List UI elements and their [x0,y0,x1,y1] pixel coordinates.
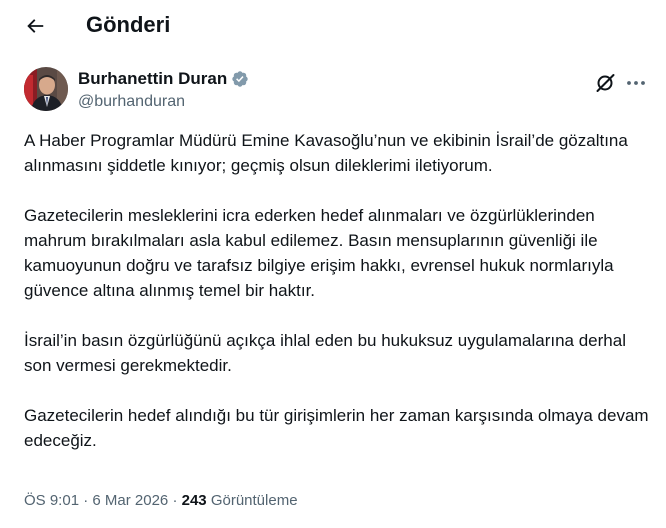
arrow-left-icon [27,19,44,33]
post-time[interactable]: ÖS 9:01 [24,492,79,509]
post-meta: ÖS 9:01 · 6 Mar 2026 · 243 Görüntüleme [24,491,298,511]
post-paragraph: A Haber Programlar Müdürü Emine Kavasoğl… [24,131,628,175]
author-handle[interactable]: @burhanduran [78,91,185,113]
post-paragraph: Gazetecilerin mesleklerini icra ederken … [24,206,614,300]
meta-separator: · [172,492,178,509]
post-paragraph: Gazetecilerin hedef alındığı bu tür giri… [24,406,649,450]
post-text: A Haber Programlar Müdürü Emine Kavasoğl… [24,128,654,453]
grok-icon[interactable] [594,72,616,94]
views-label: Görüntüleme [210,492,298,509]
views-count: 243 [181,492,207,509]
post-date[interactable]: 6 Mar 2026 [92,492,168,509]
verified-badge-icon[interactable] [231,70,249,88]
more-horizontal-icon[interactable] [625,72,647,94]
avatar[interactable] [24,67,68,111]
author-display-name[interactable]: Burhanettin Duran [78,68,227,90]
back-button[interactable] [18,9,52,43]
author-name-row[interactable]: Burhanettin Duran [78,68,249,90]
meta-separator: · [83,492,89,509]
page-title: Gönderi [86,12,171,37]
post-paragraph: İsrail’in basın özgürlüğünü açıkça ihlal… [24,331,626,375]
page-header: Gönderi [0,0,666,53]
